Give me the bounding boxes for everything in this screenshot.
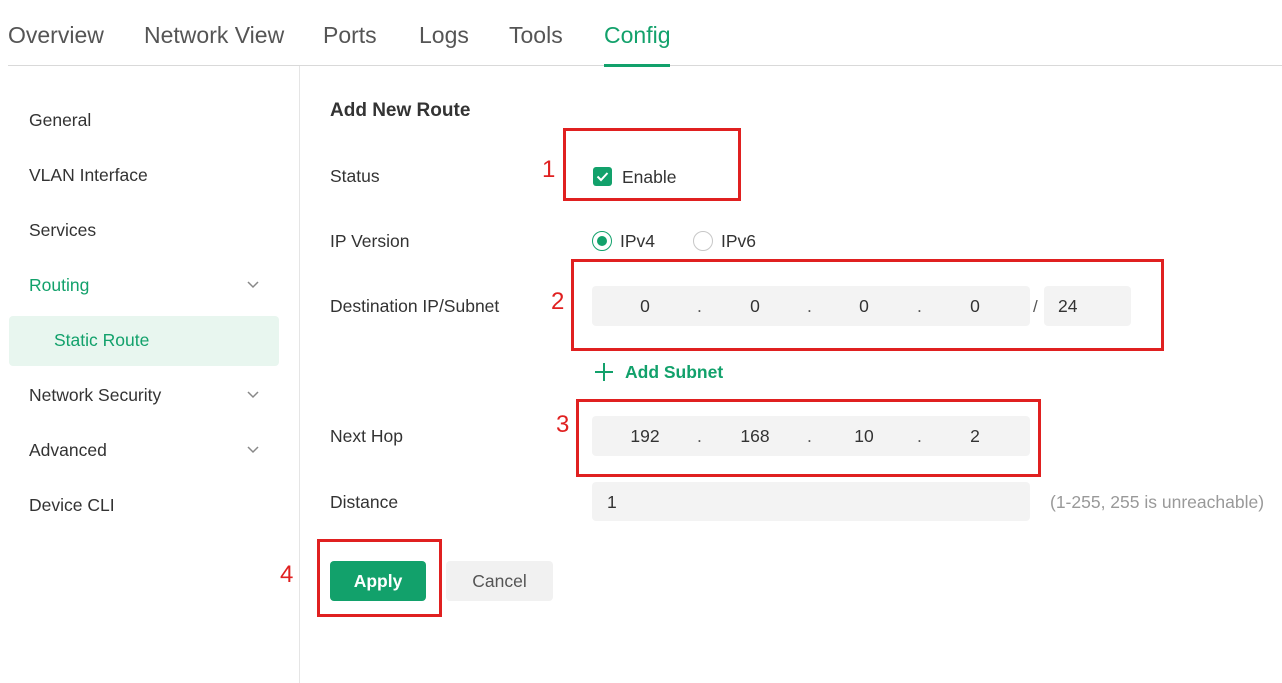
ip-version-label: IP Version [330, 231, 410, 251]
annotation-number-3: 3 [556, 411, 570, 438]
next-hop-label: Next Hop [330, 426, 403, 446]
sidebar-item-network-security[interactable]: Network Security [9, 371, 279, 421]
sidebar-item-static-route[interactable]: Static Route [9, 316, 279, 366]
sidebar-item-vlan-interface[interactable]: VLAN Interface [9, 151, 279, 201]
sidebar-item-label: Services [29, 220, 97, 240]
tab-config[interactable]: Config [604, 22, 671, 67]
add-subnet-label: Add Subnet [625, 362, 724, 382]
tab-tools[interactable]: Tools [509, 22, 563, 66]
sidebar-item-label: Static Route [54, 330, 150, 350]
plus-icon [595, 363, 613, 381]
sidebar-item-device-cli[interactable]: Device CLI [9, 481, 279, 531]
annotation-number-1: 1 [542, 156, 556, 183]
ipv6-radio-label[interactable]: IPv6 [721, 231, 756, 252]
ipv4-radio[interactable] [592, 231, 612, 251]
tab-network-view[interactable]: Network View [144, 22, 284, 66]
distance-label: Distance [330, 492, 399, 512]
annotation-box-1 [563, 128, 741, 201]
sidebar-item-label: Routing [29, 275, 90, 295]
annotation-number-4: 4 [280, 561, 294, 588]
destination-label: Destination IP/Subnet [330, 296, 500, 316]
sidebar-item-label: General [29, 110, 92, 130]
annotation-box-2 [571, 259, 1164, 351]
chevron-down-icon [247, 281, 259, 289]
distance-value: 1 [607, 492, 617, 512]
annotation-box-4 [317, 539, 442, 617]
sidebar-item-general[interactable]: General [9, 96, 279, 146]
sidebar-item-advanced[interactable]: Advanced [9, 426, 279, 476]
sidebar-item-routing[interactable]: Routing [9, 261, 279, 311]
page-title: Add New Route [330, 100, 471, 121]
top-tab-bar: Overview Network View Ports Logs Tools C… [8, 0, 1282, 67]
chevron-down-icon [247, 391, 259, 399]
sidebar-item-label: Network Security [29, 385, 162, 405]
ipv6-radio[interactable] [693, 231, 713, 251]
annotation-number-2: 2 [551, 288, 565, 315]
chevron-down-icon [247, 446, 259, 454]
annotation-box-3 [576, 399, 1041, 477]
sidebar-item-label: VLAN Interface [29, 165, 148, 185]
distance-hint: (1-255, 255 is unreachable) [1050, 492, 1265, 512]
ipv4-radio-label[interactable]: IPv4 [620, 231, 655, 252]
tab-logs[interactable]: Logs [419, 22, 469, 66]
sidebar-item-label: Device CLI [29, 495, 115, 515]
cancel-button[interactable]: Cancel [446, 561, 553, 601]
sidebar-item-label: Advanced [29, 440, 107, 460]
tab-ports[interactable]: Ports [323, 22, 377, 66]
sidebar-item-services[interactable]: Services [9, 206, 279, 256]
distance-input[interactable]: 1 [592, 482, 1030, 521]
status-label: Status [330, 166, 380, 186]
tab-overview[interactable]: Overview [8, 22, 104, 66]
